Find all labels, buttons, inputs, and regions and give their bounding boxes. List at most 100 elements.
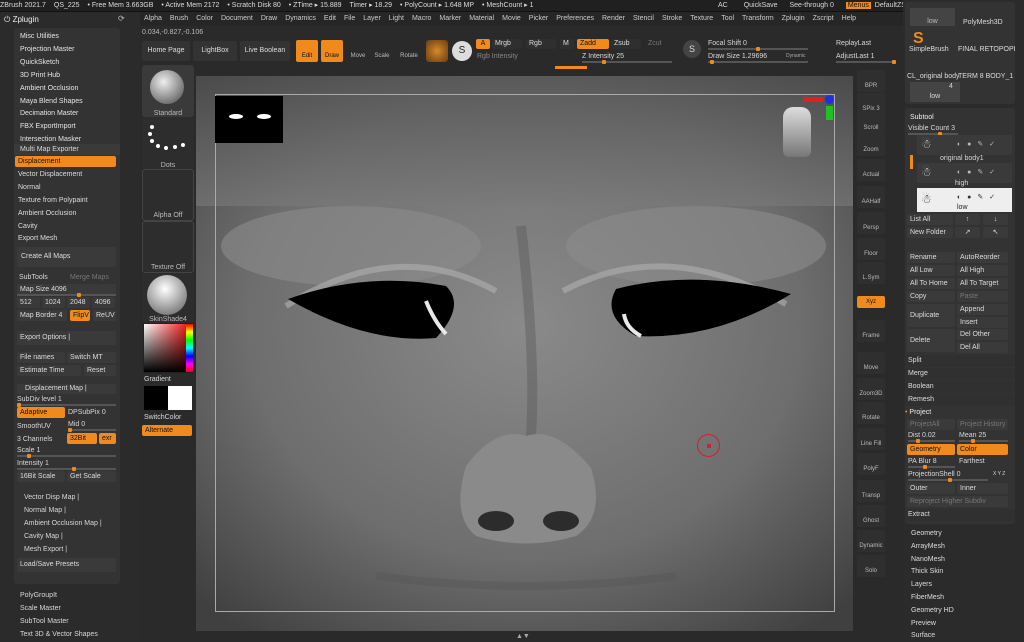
move-down-icon[interactable]: ↓ — [983, 214, 1008, 225]
tool-subpalette[interactable]: Preview — [907, 618, 1017, 630]
projection-xyz[interactable]: X Y Z — [993, 470, 1005, 479]
menus-button[interactable]: Menus — [845, 2, 871, 9]
subtool-title[interactable]: Subtool — [910, 113, 934, 123]
delete-button[interactable]: Delete — [907, 329, 955, 352]
map-type-item[interactable]: Export Mesh — [15, 233, 116, 244]
shelf-tool-bpr[interactable]: BPR — [857, 70, 885, 92]
shelf-tool-frame[interactable]: Frame — [857, 320, 885, 342]
visible-count-slider[interactable]: Visible Count 3 — [908, 124, 955, 133]
load-save-presets-button[interactable]: Load/Save Presets — [17, 558, 116, 572]
bottom-tray-toggle-icon[interactable]: ▲▼ — [516, 633, 530, 640]
shelf-tool-ghost[interactable]: Ghost — [857, 505, 885, 527]
menu-light[interactable]: Light — [385, 12, 408, 26]
adjust-last-slider[interactable]: AdjustLast 1 — [836, 52, 875, 61]
hue-strip[interactable] — [186, 324, 193, 372]
quicksave-button[interactable]: QuickSave — [744, 2, 778, 9]
ac-button[interactable]: AC — [718, 2, 728, 9]
menu-texture[interactable]: Texture — [686, 12, 717, 26]
low-thumb-top[interactable]: low — [910, 8, 955, 26]
geometry-toggle[interactable]: Geometry — [907, 444, 955, 455]
menu-macro[interactable]: Macro — [408, 12, 435, 26]
all-to-home-button[interactable]: All To Home — [907, 278, 955, 289]
tool-subpalette[interactable]: NanoMesh — [907, 554, 1017, 566]
navigation-thumbnail[interactable] — [215, 96, 283, 143]
rgb-intensity-slider[interactable]: Rgb Intensity — [477, 52, 518, 61]
shelf-tool-transp[interactable]: Transp — [857, 480, 885, 502]
menu-zplugin[interactable]: Zplugin — [778, 12, 809, 26]
menu-stroke[interactable]: Stroke — [658, 12, 686, 26]
menu-transform[interactable]: Transform — [738, 12, 778, 26]
shelf-tool-line-fill[interactable]: Line Fill — [857, 428, 885, 450]
submap-header[interactable]: Normal Map | — [24, 505, 66, 516]
export-options-header[interactable]: Export Options | — [17, 331, 116, 345]
map-type-item[interactable]: Ambient Occlusion — [15, 208, 116, 219]
dist-slider[interactable]: Dist 0.02 — [908, 431, 936, 440]
subtool-original-body[interactable]: original body1 — [940, 154, 984, 163]
polymesh3d-thumb[interactable]: PolyMesh3D — [963, 18, 1015, 27]
submap-header[interactable]: Mesh Export | — [24, 544, 67, 555]
submap-header[interactable]: Cavity Map | — [24, 531, 63, 542]
zplugin-item[interactable]: Maya Blend Shapes — [20, 96, 83, 107]
menu-dynamics[interactable]: Dynamics — [281, 12, 320, 26]
mrgb-toggle[interactable]: Mrgb — [492, 39, 522, 49]
exr-toggle[interactable]: exr — [99, 433, 116, 444]
menu-stencil[interactable]: Stencil — [629, 12, 658, 26]
duplicate-button[interactable]: Duplicate — [907, 304, 955, 327]
shelf-tool-dynamic[interactable]: Dynamic — [857, 530, 885, 552]
displacement-map-header[interactable]: Displacement Map | — [17, 384, 116, 394]
final-retopo-thumb[interactable]: FINAL RETOPOPLY — [958, 45, 1015, 54]
color-toggle[interactable]: Color — [957, 444, 1008, 455]
zcut-toggle[interactable]: Zcut — [648, 39, 662, 49]
get-scale-button[interactable]: Get Scale — [67, 471, 116, 482]
shelf-tool-zoom3d[interactable]: Zoom3D — [857, 378, 885, 400]
file-names-button[interactable]: File names — [17, 352, 65, 363]
alternate-toggle[interactable]: Alternate — [142, 425, 192, 436]
texture-thumbnail[interactable]: Texture Off — [142, 221, 194, 273]
scale-mode-button[interactable]: Scale — [372, 42, 392, 62]
zplugin-item[interactable]: FBX ExportImport — [20, 121, 76, 132]
extract-header[interactable]: Extract — [905, 509, 1015, 521]
map-type-item[interactable]: Texture from Polypaint — [15, 195, 116, 206]
outer-toggle[interactable]: Outer — [907, 483, 955, 494]
main-color-swatch[interactable] — [144, 386, 168, 410]
secondary-color-swatch[interactable] — [168, 386, 192, 410]
all-to-target-button[interactable]: All To Target — [957, 278, 1008, 289]
shelf-tool-scroll[interactable]: Scroll — [857, 112, 885, 134]
insert-button[interactable]: Insert — [957, 317, 1008, 328]
shelf-tool-rotate[interactable]: Rotate — [857, 402, 885, 424]
m-toggle[interactable]: M — [560, 39, 574, 49]
3-channels-toggle[interactable]: 3 Channels — [17, 434, 52, 445]
tool-subpalette[interactable]: FiberMesh — [907, 592, 1017, 604]
lightbox-button[interactable]: LightBox — [193, 41, 237, 61]
map-size-option[interactable]: 2048 — [67, 297, 90, 308]
split-header[interactable]: Split — [905, 355, 1015, 367]
reuv-toggle[interactable]: ReUV — [93, 310, 116, 321]
color-picker[interactable] — [143, 323, 193, 373]
menu-edit[interactable]: Edit — [320, 12, 340, 26]
map-type-item[interactable]: Cavity — [15, 221, 116, 232]
move-up-icon[interactable]: ↑ — [955, 214, 980, 225]
brush-thumbnail[interactable]: Standard — [142, 65, 194, 117]
menu-brush[interactable]: Brush — [166, 12, 192, 26]
create-all-maps-button[interactable]: Create All Maps — [17, 247, 116, 267]
arrow-right-icon[interactable]: ↗ — [955, 227, 980, 238]
project-all-button[interactable]: ProjectAll — [907, 419, 955, 430]
simplebrush-thumb[interactable]: SimpleBrush — [909, 45, 961, 54]
menu-picker[interactable]: Picker — [525, 12, 552, 26]
live-boolean-button[interactable]: Live Boolean — [240, 41, 290, 61]
dpsubpix-slider[interactable]: DPSubPix 0 — [68, 407, 106, 418]
menu-render[interactable]: Render — [598, 12, 629, 26]
shelf-tool-l-sym[interactable]: L.Sym — [857, 262, 885, 284]
orientation-head-icon[interactable] — [783, 107, 811, 157]
gradient-toggle[interactable]: Gradient — [144, 375, 171, 384]
material-thumbnail[interactable]: SkinShade4 — [142, 273, 194, 323]
zplugin-item[interactable]: QuickSketch — [20, 57, 59, 68]
map-size-option[interactable]: 1024 — [42, 297, 65, 308]
draw-mode-button[interactable]: Draw — [321, 40, 343, 62]
shelf-tool-actual[interactable]: Actual — [857, 159, 885, 181]
dynamic-toggle[interactable]: Dynamic — [786, 52, 805, 61]
auto-reorder-button[interactable]: AutoReorder — [957, 252, 1008, 263]
arrow-left-icon[interactable]: ↖ — [983, 227, 1008, 238]
tool-subpalette[interactable]: Layers — [907, 579, 1017, 591]
zplugin-item[interactable]: Ambient Occlusion — [20, 83, 78, 94]
